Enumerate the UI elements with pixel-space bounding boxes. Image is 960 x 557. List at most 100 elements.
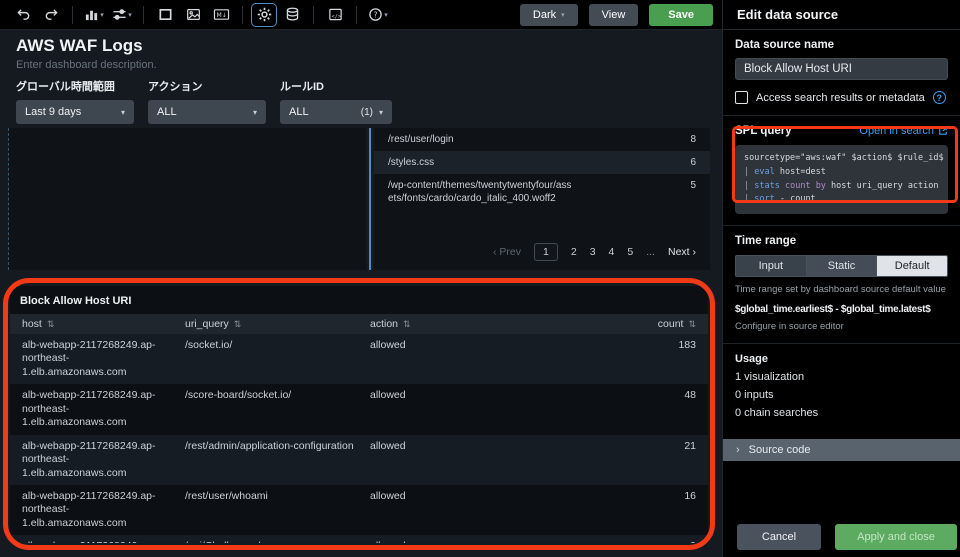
next-page-button[interactable]: Next ›	[668, 246, 696, 258]
help-icon[interactable]: ? ▾	[366, 4, 390, 26]
add-markdown-icon[interactable]: M↓	[209, 4, 233, 26]
time-range-option-default[interactable]: Default	[877, 256, 947, 277]
toolbar-separator	[143, 5, 144, 24]
spl-query-section: SPL query Open in search sourcetype="aws…	[723, 116, 960, 227]
spl-query-label: SPL query	[735, 125, 792, 137]
spl-line: | sort - count	[744, 194, 816, 205]
uri-cell: /styles.css	[388, 157, 435, 168]
table-row: alb-webapp-2117268249.ap-northeast-1.elb…	[10, 384, 708, 434]
uri-query-cell: /api/Challenges/	[185, 540, 370, 543]
time-range-label: Time range	[735, 235, 797, 248]
empty-visualization-panel[interactable]	[8, 128, 366, 270]
table-row: alb-webapp-2117268249.ap-northeast-1.elb…	[10, 434, 708, 485]
sort-icon[interactable]: ⇅	[47, 319, 55, 329]
pagination: ‹ Prev 1 2 3 4 5 ... Next ›	[374, 239, 710, 270]
open-in-search-link[interactable]: Open in search	[859, 125, 948, 137]
time-range-note: Time range set by dashboard source defau…	[735, 284, 946, 296]
data-source-name-label: Data source name	[735, 39, 835, 51]
page-button[interactable]: 2	[571, 246, 577, 258]
filter-label: アクション	[148, 81, 203, 93]
sort-icon[interactable]: ⇅	[688, 319, 696, 329]
uri-cell: /rest/user/login	[388, 134, 454, 145]
undo-icon[interactable]	[11, 4, 35, 26]
table-row: /styles.css 6	[374, 151, 710, 174]
time-range-segmented-control: Input Static Default	[735, 255, 948, 278]
data-sources-icon[interactable]	[280, 4, 304, 26]
data-source-name-input[interactable]: Block Allow Host URI	[735, 58, 948, 80]
action-dropdown[interactable]: ALL ▾	[148, 100, 266, 124]
dashboard-title[interactable]: AWS WAF Logs	[16, 36, 143, 56]
settings-gear-icon[interactable]	[252, 4, 276, 26]
filter-action: アクション ALL ▾	[148, 78, 266, 124]
checkbox-label: Access search results or metadata	[756, 91, 925, 104]
time-range-option-input[interactable]: Input	[736, 256, 807, 277]
toolbar-separator	[72, 5, 73, 24]
toolbar-separator	[356, 5, 357, 24]
spl-line: | eval host=dest	[744, 166, 826, 177]
page-button[interactable]: 5	[627, 246, 633, 258]
cancel-button[interactable]: Cancel	[737, 524, 821, 550]
add-input-icon[interactable]: ▾	[110, 4, 134, 26]
time-range-dropdown[interactable]: Last 9 days ▾	[16, 100, 134, 124]
uri-count-table-panel[interactable]: /rest/user/login 8 /styles.css 6 /wp-con…	[374, 128, 710, 270]
page-button[interactable]: 4	[609, 246, 615, 258]
add-image-icon[interactable]	[181, 4, 205, 26]
chevron-down-icon: ▾	[561, 11, 565, 19]
prev-page-button[interactable]: ‹ Prev	[493, 246, 521, 258]
uri-cell: /wp-content/themes/twentytwentyfour/asse…	[388, 180, 572, 204]
host-cell: alb-webapp-2117268249.ap-northeast-1.elb…	[22, 439, 156, 479]
svg-text:M↓: M↓	[216, 12, 226, 19]
chevron-down-icon: ▾	[100, 11, 104, 19]
view-button[interactable]: View	[588, 3, 639, 26]
count-cell: 9	[540, 540, 696, 543]
table-row: alb-webapp-2117268249.ap-northeast-1.elb…	[10, 334, 708, 385]
table-row: /rest/user/login 8	[374, 128, 710, 151]
action-cell: allowed	[370, 339, 406, 351]
column-header-uri-query[interactable]: uri_query ⇅	[185, 318, 370, 330]
dropdown-value: ALL	[289, 106, 309, 118]
add-chart-icon[interactable]: ▾	[82, 4, 106, 26]
chevron-down-icon: ▾	[120, 107, 125, 117]
usage-item: 0 inputs	[735, 389, 774, 402]
theme-dropdown[interactable]: Dark ▾	[519, 3, 578, 26]
svg-text:?: ?	[374, 10, 378, 19]
source-code-expander[interactable]: › Source code	[723, 439, 960, 462]
count-cell: 8	[690, 134, 696, 145]
dropdown-value: ALL	[157, 106, 177, 118]
spl-query-editor[interactable]: sourcetype="aws:waf" $action$ $rule_id$ …	[735, 145, 948, 215]
theme-dropdown-label: Dark	[532, 8, 557, 21]
page-button[interactable]: 3	[590, 246, 596, 258]
column-header-action[interactable]: action ⇅	[370, 318, 540, 330]
filter-label: グローバル時間範囲	[16, 81, 115, 93]
count-cell: 6	[690, 157, 696, 168]
add-shape-icon[interactable]	[153, 4, 177, 26]
time-range-tokens: $global_time.earliest$ - $global_time.la…	[735, 304, 931, 316]
external-link-icon	[939, 127, 947, 135]
column-header-host[interactable]: host ⇅	[22, 318, 185, 330]
sort-icon[interactable]: ⇅	[234, 319, 242, 329]
panel-footer: Cancel Apply and close	[723, 524, 960, 550]
apply-and-close-button[interactable]: Apply and close	[835, 524, 957, 550]
count-cell: 21	[684, 439, 696, 452]
source-code-icon[interactable]: </>	[323, 4, 347, 26]
table-row: alb-webapp-2117268249.ap-northeast-1.elb…	[10, 535, 708, 543]
block-allow-host-uri-table-panel[interactable]: Block Allow Host URI host ⇅ uri_query ⇅ ac…	[10, 286, 708, 543]
access-metadata-checkbox[interactable]	[735, 91, 748, 104]
source-code-label: Source code	[748, 444, 811, 457]
rule-id-dropdown[interactable]: ALL (1) ▾	[280, 100, 392, 124]
filter-global-time: グローバル時間範囲 Last 9 days ▾	[16, 78, 134, 124]
time-range-hint: Configure in source editor	[735, 321, 844, 333]
redo-icon[interactable]	[39, 4, 63, 26]
column-header-count[interactable]: count ⇅	[540, 318, 696, 330]
save-button[interactable]: Save	[649, 3, 713, 26]
page-button-current[interactable]: 1	[534, 243, 558, 261]
chevron-right-icon: ›	[736, 444, 740, 457]
sort-icon[interactable]: ⇅	[403, 319, 411, 329]
toolbar-separator	[242, 5, 243, 24]
host-cell: alb-webapp-2117268249.ap-northeast-1.elb…	[22, 339, 156, 378]
filter-rule-id: ルールID ALL (1) ▾	[280, 78, 392, 124]
dashboard-description[interactable]: Enter dashboard description.	[16, 59, 157, 71]
time-range-option-static[interactable]: Static	[806, 256, 878, 277]
chevron-down-icon: ▾	[128, 11, 132, 19]
info-icon[interactable]: ?	[932, 91, 946, 104]
